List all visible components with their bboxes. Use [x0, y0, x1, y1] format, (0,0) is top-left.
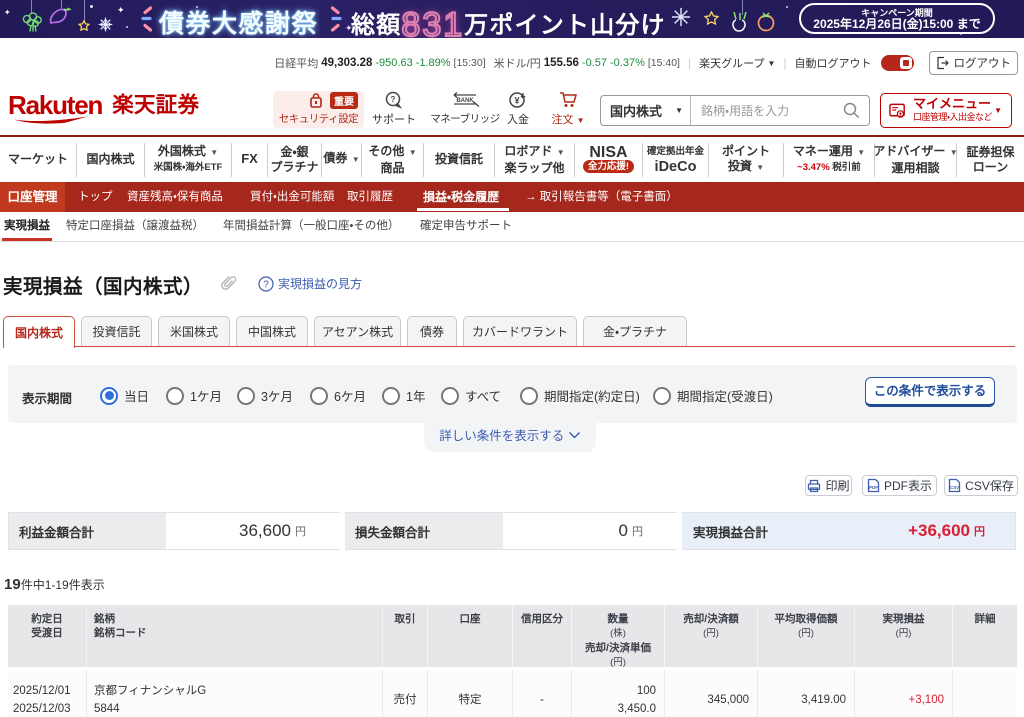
svg-text:¥: ¥	[514, 96, 519, 106]
svg-text:?: ?	[263, 279, 269, 290]
svg-text:CSV: CSV	[950, 485, 959, 490]
svg-text:PDF: PDF	[869, 485, 878, 490]
svg-text:BANK: BANK	[456, 98, 474, 104]
svg-text:?: ?	[391, 95, 396, 104]
